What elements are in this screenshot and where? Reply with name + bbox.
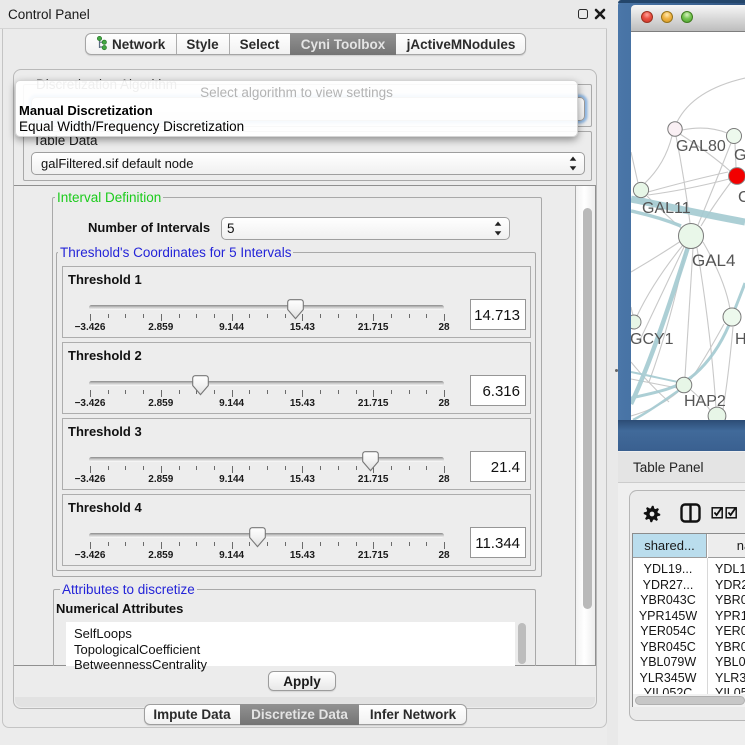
svg-text:GAL11: GAL11 (642, 200, 691, 217)
svg-text:GCY1: GCY1 (631, 331, 674, 348)
svg-text:GAL80: GAL80 (676, 138, 726, 155)
svg-text:HAP2: HAP2 (684, 393, 726, 410)
svg-text:GA: GA (734, 147, 745, 164)
svg-text:H: H (735, 331, 745, 348)
svg-text:C: C (738, 189, 745, 206)
svg-text:GAL4: GAL4 (692, 251, 735, 270)
